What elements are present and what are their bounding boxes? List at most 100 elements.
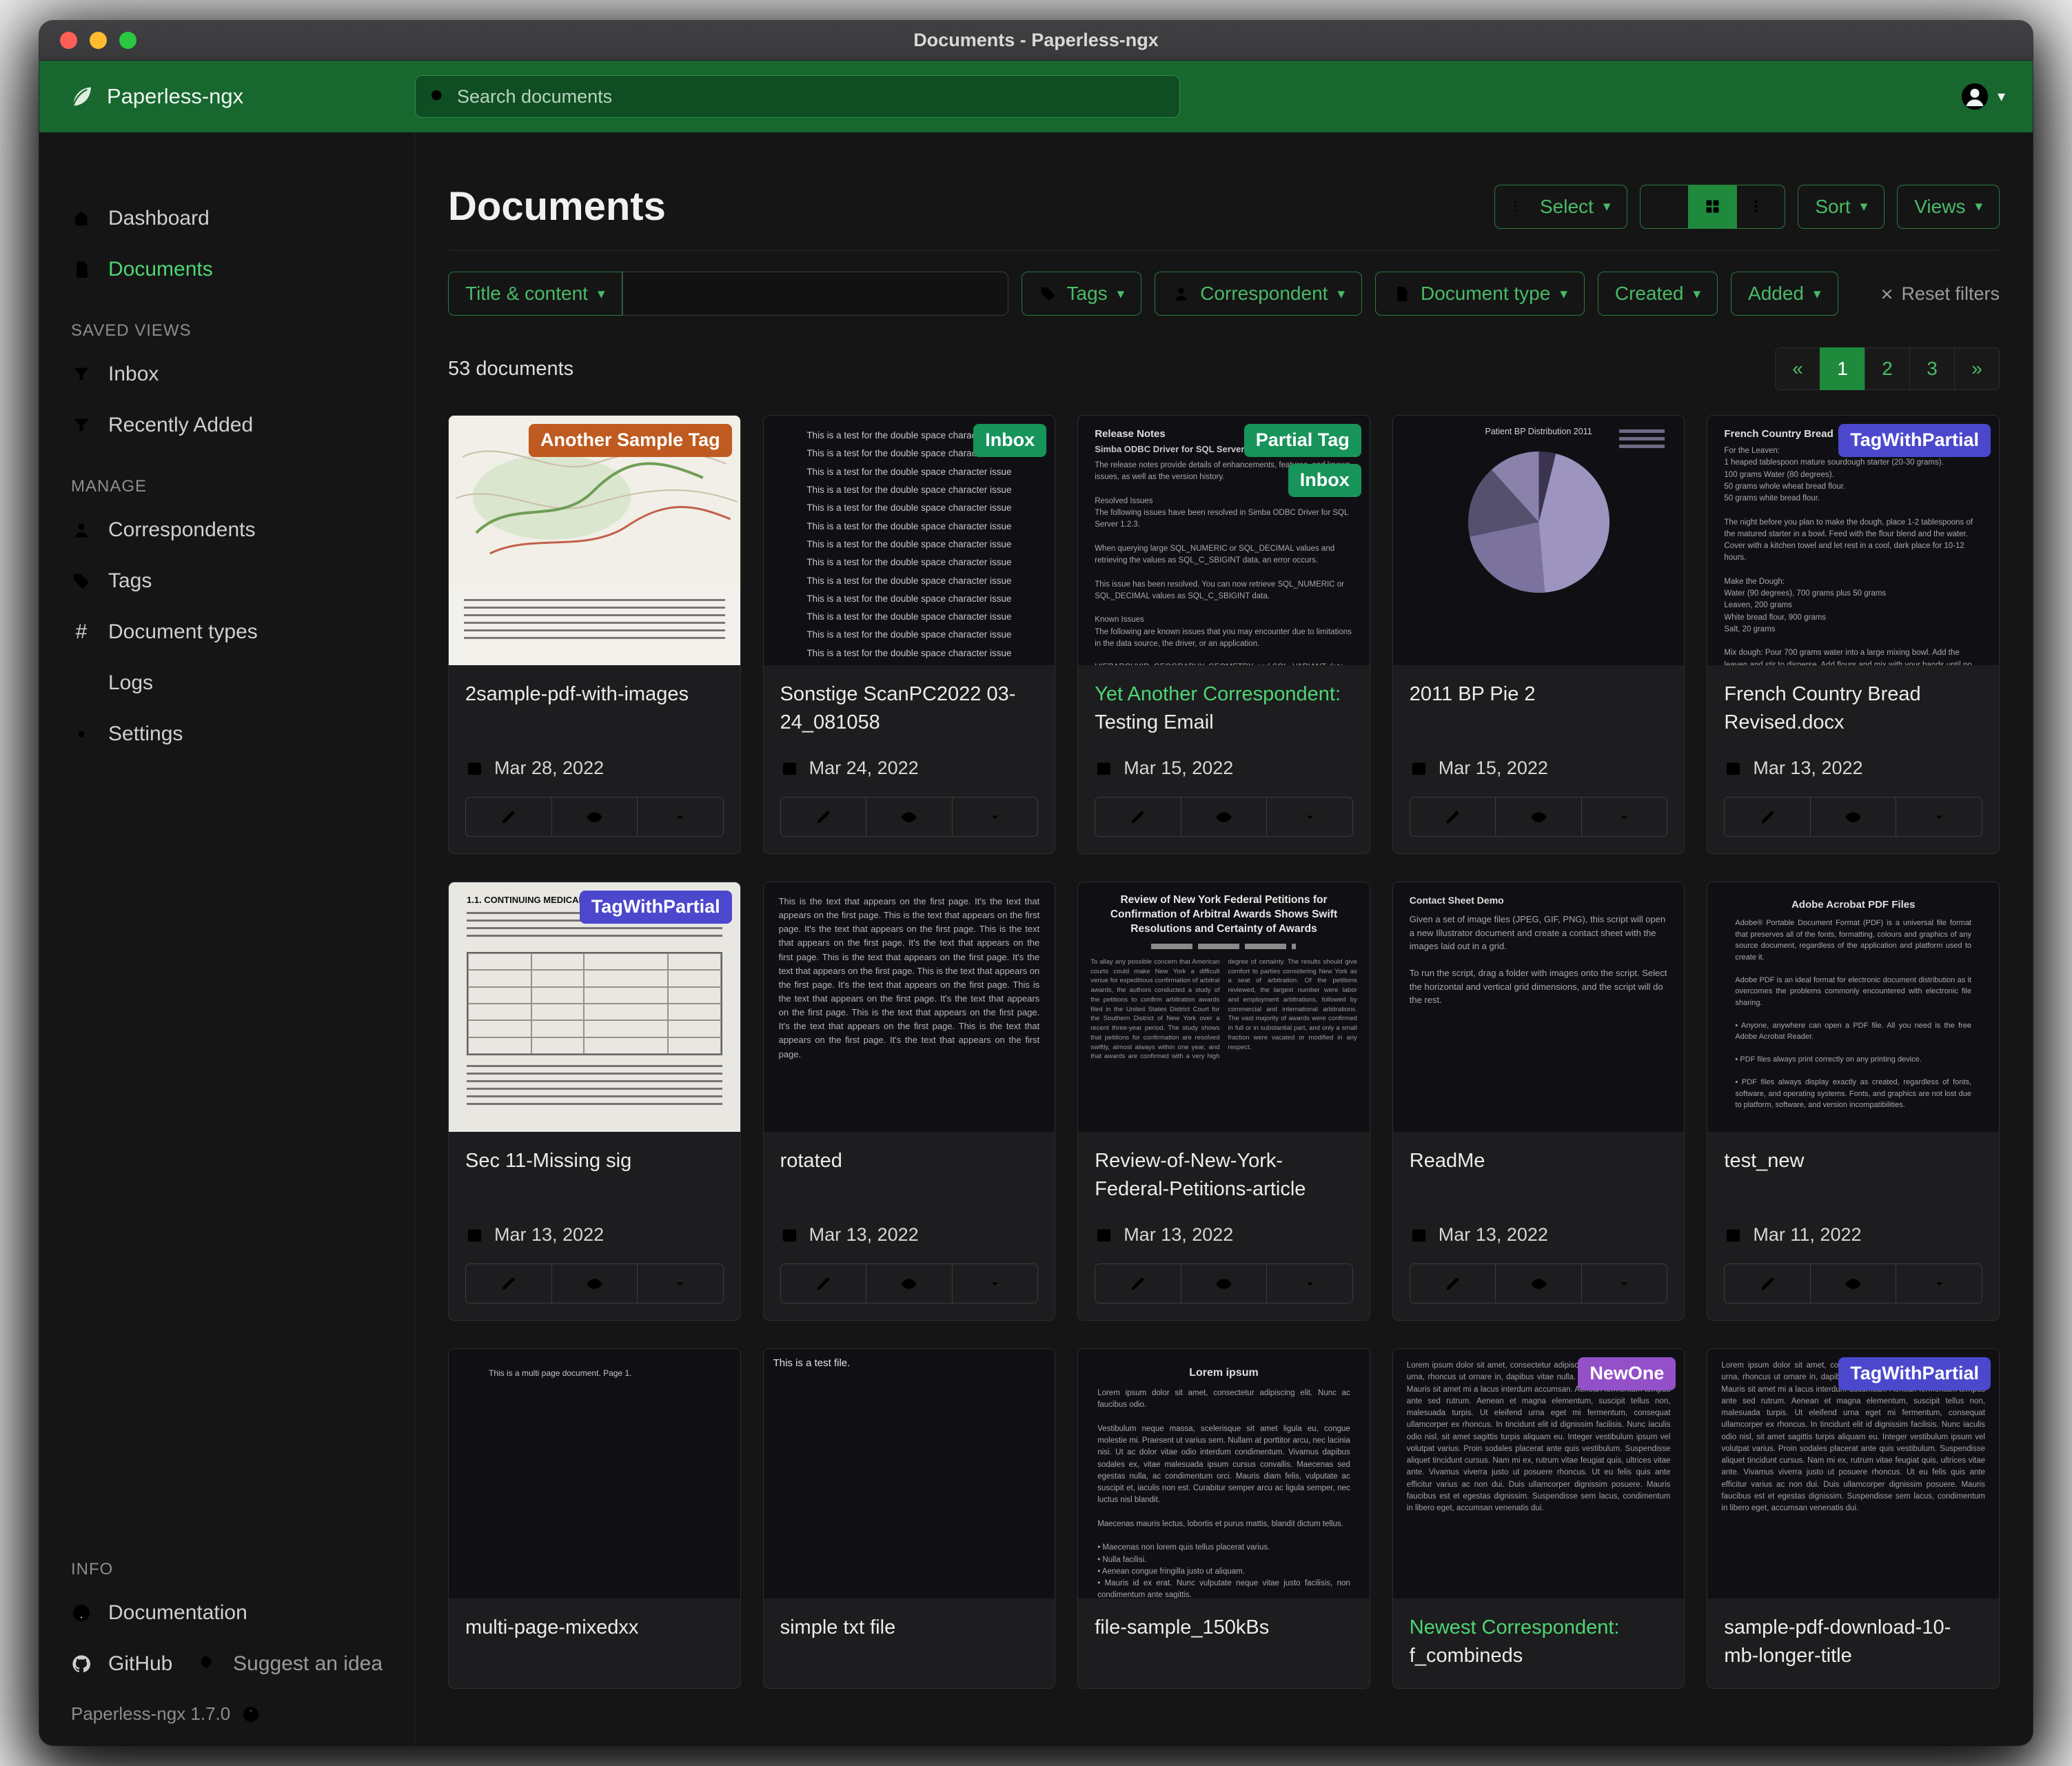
document-title[interactable]: Sonstige ScanPC2022 03-24_081058 — [780, 680, 1039, 738]
document-title[interactable]: French Country Bread Revised.docx — [1724, 680, 1982, 738]
tag-badge[interactable]: TagWithPartial — [1838, 424, 1991, 457]
window-close-button[interactable] — [60, 32, 77, 49]
sidebar-item-documentation[interactable]: Documentation — [39, 1587, 414, 1638]
edit-document-button[interactable] — [1724, 797, 1811, 837]
pagination-page-2[interactable]: 2 — [1865, 347, 1910, 390]
window-minimize-button[interactable] — [90, 32, 107, 49]
filter-text-input[interactable] — [622, 272, 1008, 316]
document-thumbnail[interactable]: Lorem ipsum Lorem ipsum dolor sit amet, … — [1078, 1349, 1370, 1598]
sort-button[interactable]: Sort ▾ — [1798, 185, 1885, 229]
sidebar-item-dashboard[interactable]: Dashboard — [39, 193, 414, 244]
download-document-button[interactable] — [1896, 1263, 1982, 1303]
document-title[interactable]: Sec 11-Missing sig — [465, 1147, 724, 1205]
document-thumbnail[interactable]: Adobe Acrobat PDF Files Adobe® Portable … — [1707, 882, 1999, 1132]
view-document-button[interactable] — [866, 1263, 953, 1303]
edit-document-button[interactable] — [780, 797, 867, 837]
view-document-button[interactable] — [1495, 797, 1582, 837]
sidebar-item-documents[interactable]: Documents — [39, 244, 414, 295]
document-title[interactable]: rotated — [780, 1147, 1039, 1205]
view-document-button[interactable] — [1181, 797, 1268, 837]
tag-badge[interactable]: NewOne — [1578, 1357, 1676, 1390]
view-document-button[interactable] — [1495, 1263, 1582, 1303]
document-thumbnail[interactable]: This is the text that appears on the fir… — [764, 882, 1055, 1132]
sidebar-item-suggest-idea[interactable]: Suggest an idea — [196, 1638, 414, 1689]
document-thumbnail[interactable]: 1.1. CONTINUING MEDICAL EDUCATION TagWit… — [449, 882, 740, 1132]
sidebar-item-tags[interactable]: Tags — [39, 556, 414, 607]
sidebar-item-logs[interactable]: Logs — [39, 658, 414, 709]
view-document-button[interactable] — [866, 797, 953, 837]
pagination-page-1[interactable]: 1 — [1820, 347, 1865, 390]
sidebar-item-inbox[interactable]: Inbox — [39, 349, 414, 400]
view-document-button[interactable] — [1181, 1263, 1268, 1303]
select-button[interactable]: Select ▾ — [1494, 185, 1627, 229]
correspondent-filter-button[interactable]: Correspondent ▾ — [1155, 272, 1362, 316]
sidebar-item-correspondents[interactable]: Correspondents — [39, 505, 414, 556]
search-input[interactable] — [457, 86, 1167, 108]
sidebar-item-document-types[interactable]: # Document types — [39, 607, 414, 658]
view-document-button[interactable] — [551, 797, 638, 837]
tag-badge[interactable]: Another Sample Tag — [529, 424, 732, 457]
document-title[interactable]: multi-page-mixedxx — [465, 1614, 724, 1672]
edit-document-button[interactable] — [1095, 1263, 1181, 1303]
detail-view-button[interactable] — [1736, 185, 1785, 229]
edit-document-button[interactable] — [465, 797, 552, 837]
document-title[interactable]: sample-pdf-download-10-mb-longer-title — [1724, 1614, 1982, 1672]
pagination-next-button[interactable]: » — [1954, 347, 2000, 390]
document-thumbnail[interactable]: Patient BP Distribution 2011 — [1393, 416, 1685, 665]
download-document-button[interactable] — [1581, 1263, 1668, 1303]
download-document-button[interactable] — [952, 1263, 1039, 1303]
edit-document-button[interactable] — [780, 1263, 867, 1303]
global-search[interactable] — [415, 75, 1180, 118]
tag-badge[interactable]: Inbox — [1288, 464, 1361, 497]
tags-filter-button[interactable]: Tags ▾ — [1022, 272, 1142, 316]
correspondent-link[interactable]: Yet Another Correspondent — [1095, 683, 1335, 705]
document-thumbnail[interactable]: Another Sample Tag — [449, 416, 740, 665]
download-document-button[interactable] — [637, 1263, 724, 1303]
views-button[interactable]: Views ▾ — [1897, 185, 2000, 229]
document-title[interactable]: Review-of-New-York-Federal-Petitions-art… — [1095, 1147, 1353, 1205]
view-document-button[interactable] — [1810, 797, 1897, 837]
title-content-filter-button[interactable]: Title & content ▾ — [448, 272, 622, 316]
document-thumbnail[interactable]: Review of New York Federal Petitions for… — [1078, 882, 1370, 1132]
correspondent-link[interactable]: Newest Correspondent — [1410, 1616, 1614, 1638]
reset-filters-button[interactable]: × Reset filters — [1880, 283, 2000, 305]
user-menu[interactable]: ▾ — [1959, 81, 2005, 112]
tag-badge[interactable]: Partial Tag — [1244, 424, 1361, 457]
document-thumbnail[interactable]: Lorem ipsum dolor sit amet, consectetur … — [1393, 1349, 1685, 1598]
document-thumbnail[interactable]: This is a multi page document. Page 1. — [449, 1349, 740, 1598]
view-document-button[interactable] — [551, 1263, 638, 1303]
download-document-button[interactable] — [1581, 797, 1668, 837]
pagination-prev-button[interactable]: « — [1775, 347, 1820, 390]
document-thumbnail[interactable]: French Country Bread For the Leaven: 1 h… — [1707, 416, 1999, 665]
edit-document-button[interactable] — [1724, 1263, 1811, 1303]
edit-document-button[interactable] — [1410, 797, 1496, 837]
document-title[interactable]: simple txt file — [780, 1614, 1039, 1672]
download-document-button[interactable] — [1266, 797, 1353, 837]
download-document-button[interactable] — [1266, 1263, 1353, 1303]
document-thumbnail[interactable]: Contact Sheet Demo Given a set of image … — [1393, 882, 1685, 1132]
list-view-button[interactable] — [1640, 185, 1689, 229]
app-logo[interactable]: Paperless-ngx — [67, 83, 415, 110]
tag-badge[interactable]: Inbox — [973, 424, 1046, 457]
document-title[interactable]: ReadMe — [1410, 1147, 1668, 1205]
view-document-button[interactable] — [1810, 1263, 1897, 1303]
document-thumbnail[interactable]: This is a test for the double space char… — [764, 416, 1055, 665]
download-document-button[interactable] — [952, 797, 1039, 837]
document-title[interactable]: 2011 BP Pie 2 — [1410, 680, 1668, 738]
document-thumbnail[interactable]: Lorem ipsum dolor sit amet, consectetur … — [1707, 1349, 1999, 1598]
document-type-filter-button[interactable]: Document type ▾ — [1375, 272, 1585, 316]
document-title[interactable]: Newest Correspondent: f_combineds — [1410, 1614, 1668, 1672]
edit-document-button[interactable] — [1410, 1263, 1496, 1303]
pagination-page-3[interactable]: 3 — [1909, 347, 1955, 390]
info-icon[interactable] — [241, 1705, 261, 1724]
window-zoom-button[interactable] — [119, 32, 136, 49]
document-title[interactable]: test_new — [1724, 1147, 1982, 1205]
edit-document-button[interactable] — [465, 1263, 552, 1303]
window-titlebar[interactable]: Documents - Paperless-ngx — [39, 21, 2033, 61]
sidebar-item-github[interactable]: GitHub — [39, 1638, 172, 1689]
document-title[interactable]: Yet Another Correspondent: Testing Email — [1095, 680, 1353, 738]
document-thumbnail[interactable]: This is a test file. — [764, 1349, 1055, 1598]
sidebar-item-recently-added[interactable]: Recently Added — [39, 400, 414, 451]
sidebar-item-settings[interactable]: Settings — [39, 709, 414, 760]
tag-badge[interactable]: TagWithPartial — [1838, 1357, 1991, 1390]
